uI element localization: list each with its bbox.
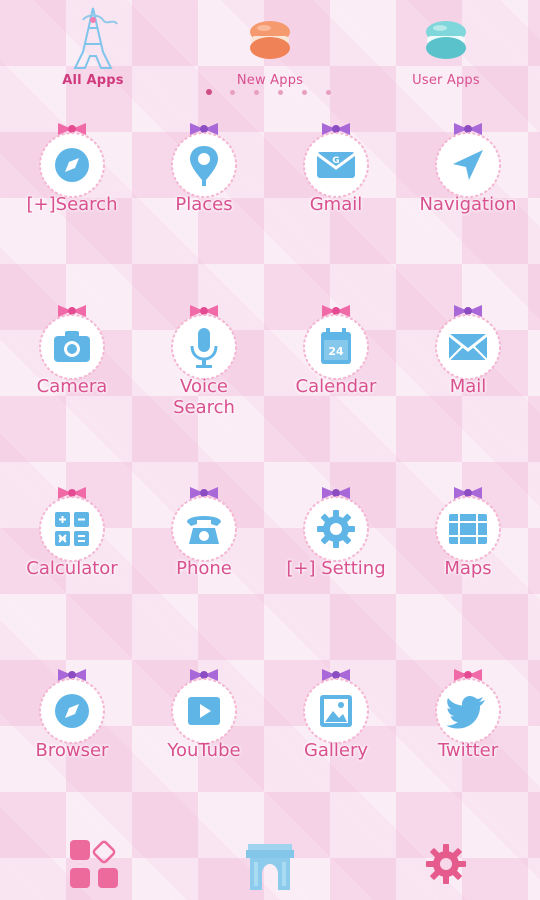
play-icon: [188, 697, 220, 725]
app-label: Phone: [176, 558, 232, 579]
tab-label: User Apps: [412, 73, 480, 88]
app-label: Maps: [444, 558, 492, 579]
app-navigation[interactable]: Navigation: [408, 122, 528, 272]
icon-badge: [435, 678, 501, 744]
page-dot: [230, 90, 235, 95]
app-label: Calendar: [295, 376, 377, 397]
app-maps[interactable]: Maps: [408, 486, 528, 636]
compass-icon: [55, 694, 89, 728]
icon-badge: [39, 314, 105, 380]
app-twitter[interactable]: Twitter: [408, 668, 528, 818]
icon-badge: 24: [303, 314, 369, 380]
app-calendar[interactable]: 24 Calendar: [276, 304, 396, 454]
page-dot: [254, 90, 259, 95]
svg-text:24: 24: [328, 345, 344, 358]
tab-label: All Apps: [62, 73, 124, 88]
compass-icon: [55, 148, 89, 182]
app-gmail[interactable]: G Gmail: [276, 122, 396, 272]
tab-label: New Apps: [236, 73, 304, 88]
macaron-teal-icon: [426, 21, 466, 59]
apps-grid-icon: [70, 840, 118, 888]
app-voice-search[interactable]: Voice Search: [144, 304, 264, 454]
icon-badge: [171, 132, 237, 198]
app-label: Gallery: [303, 740, 369, 761]
app-places[interactable]: Places: [144, 122, 264, 272]
app-label: YouTube: [167, 740, 241, 761]
app-label: [+]Search: [26, 194, 118, 215]
dock-settings-button[interactable]: [422, 840, 482, 900]
app-phone[interactable]: Phone: [144, 486, 264, 636]
macaron-orange-icon: [250, 21, 290, 59]
icon-badge: [435, 132, 501, 198]
gear-icon: [317, 510, 355, 548]
icon-badge: [39, 132, 105, 198]
app-label: Gmail: [309, 194, 363, 215]
app-label: Twitter: [437, 740, 499, 761]
icon-badge: G: [303, 132, 369, 198]
app-label: Places: [175, 194, 233, 215]
dock: [0, 830, 540, 900]
mail-envelope-icon: [448, 333, 488, 361]
app-label: Navigation: [419, 194, 517, 215]
tab-all-apps[interactable]: All Apps: [33, 7, 153, 88]
app-drawer-tabs: All Apps New Apps User Apps: [0, 0, 540, 100]
arc-de-triomphe-icon: [246, 844, 294, 890]
app-calculator[interactable]: Calculator: [12, 486, 132, 636]
app-label: Calculator: [26, 558, 118, 579]
eiffel-tower-icon: [73, 7, 118, 69]
app-mail[interactable]: Mail: [408, 304, 528, 454]
app-camera[interactable]: Camera: [12, 304, 132, 454]
tab-user-apps[interactable]: User Apps: [386, 8, 506, 88]
svg-text:G: G: [332, 156, 339, 166]
icon-badge: [171, 314, 237, 380]
app-browser[interactable]: Browser: [12, 668, 132, 818]
icon-badge: [171, 678, 237, 744]
icon-badge: [39, 496, 105, 562]
app-search[interactable]: [+]Search: [12, 122, 132, 272]
gear-icon: [426, 844, 466, 884]
dock-home-button[interactable]: [244, 838, 304, 898]
app-label: Camera: [36, 376, 108, 397]
page-dot: [326, 90, 331, 95]
page-dot: [278, 90, 283, 95]
icon-badge: [171, 496, 237, 562]
icon-badge: [39, 678, 105, 744]
map-icon: [449, 514, 487, 544]
icon-badge: [303, 496, 369, 562]
calendar-icon: 24: [321, 328, 351, 364]
app-label: Browser: [35, 740, 109, 761]
page-dot: [302, 90, 307, 95]
app-gallery[interactable]: Gallery: [276, 668, 396, 818]
app-label: [+] Setting: [286, 558, 386, 579]
page-dot: [206, 89, 212, 95]
gallery-icon: [320, 695, 352, 727]
app-label: Voice Search: [173, 376, 235, 418]
app-setting[interactable]: [+] Setting: [276, 486, 396, 636]
tab-new-apps[interactable]: New Apps: [210, 8, 330, 88]
app-label: Mail: [449, 376, 487, 397]
icon-badge: [303, 678, 369, 744]
icon-badge: [435, 314, 501, 380]
gmail-envelope-icon: G: [316, 152, 356, 178]
icon-badge: [435, 496, 501, 562]
app-youtube[interactable]: YouTube: [144, 668, 264, 818]
dock-app-drawer-button[interactable]: [68, 838, 128, 898]
